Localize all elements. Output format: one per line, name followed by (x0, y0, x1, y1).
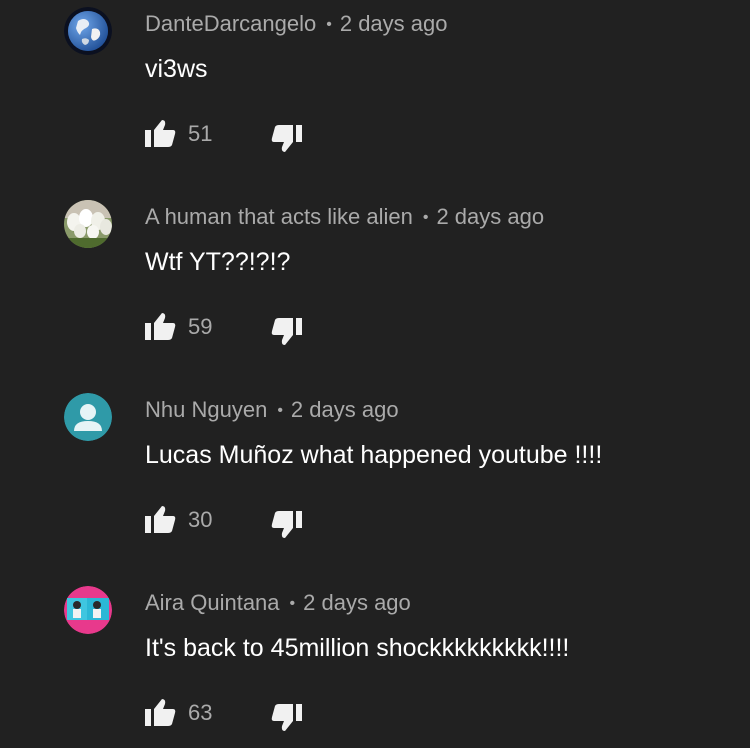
comment-author[interactable]: Nhu Nguyen (145, 397, 267, 422)
meta-separator: • (326, 16, 332, 33)
comment-meta: Nhu Nguyen • 2 days ago (145, 395, 399, 426)
comment-meta: A human that acts like alien • 2 days ago (145, 202, 544, 233)
like-count: 51 (188, 121, 213, 146)
dislike-button[interactable] (270, 314, 304, 348)
like-button[interactable] (143, 117, 177, 151)
like-count: 59 (188, 314, 213, 339)
comment-text: Wtf YT??!?!? (145, 248, 291, 276)
comment-actions: 63 (143, 696, 343, 732)
earth-globe-icon (64, 7, 112, 55)
comment-time[interactable]: 2 days ago (436, 204, 544, 229)
comment-item: Nhu Nguyen • 2 days ago Lucas Muñoz what h… (0, 391, 750, 581)
dislike-button[interactable] (270, 700, 304, 734)
meta-separator: • (277, 402, 283, 419)
comment-text: Lucas Muñoz what happened youtube !!!! (145, 441, 603, 469)
meta-separator: • (422, 209, 429, 226)
avatar[interactable] (64, 586, 112, 634)
like-button[interactable] (143, 503, 177, 537)
photo-avatar-icon (64, 586, 112, 634)
dislike-button[interactable] (270, 121, 304, 155)
comment-meta: Aira Quintana • 2 days ago (145, 588, 411, 619)
thumbs-up-icon (145, 506, 176, 533)
comment-text: It's back to 45million shockkkkkkkkk!!!! (145, 634, 570, 662)
comment-item: Aira Quintana • 2 days ago It's back to 45… (0, 584, 750, 748)
avatar[interactable] (64, 7, 112, 55)
comment-time[interactable]: 2 days ago (291, 397, 399, 422)
comment-actions: 59 (143, 310, 343, 346)
avatar[interactable] (64, 393, 112, 441)
like-count: 30 (188, 507, 213, 532)
default-user-icon (64, 393, 112, 441)
thumbs-down-icon (271, 125, 302, 152)
white-tulips-icon (64, 200, 112, 248)
comment-author[interactable]: DanteDarcangelo (145, 11, 316, 36)
comment-time[interactable]: 2 days ago (303, 590, 411, 615)
comment-author[interactable]: Aira Quintana (145, 590, 280, 615)
comment-item: DanteDarcangelo • 2 days ago vi3ws 51 (0, 5, 750, 195)
comment-text: vi3ws (145, 55, 208, 83)
thumbs-up-icon (145, 313, 176, 340)
thumbs-down-icon (271, 511, 302, 538)
thumbs-down-icon (271, 318, 302, 345)
comment-actions: 51 (143, 117, 343, 153)
comment-author[interactable]: A human that acts like alien (145, 204, 413, 229)
comment-time[interactable]: 2 days ago (340, 11, 448, 36)
comment-meta: DanteDarcangelo • 2 days ago (145, 9, 447, 40)
thumbs-up-icon (145, 120, 176, 147)
like-button[interactable] (143, 696, 177, 730)
comments-list: DanteDarcangelo • 2 days ago vi3ws 51 A … (0, 0, 750, 748)
comment-actions: 30 (143, 503, 343, 539)
like-count: 63 (188, 700, 213, 725)
meta-separator: • (289, 595, 296, 612)
comment-item: A human that acts like alien • 2 days ago … (0, 198, 750, 388)
like-button[interactable] (143, 310, 177, 344)
avatar[interactable] (64, 200, 112, 248)
thumbs-up-icon (145, 699, 176, 726)
thumbs-down-icon (271, 704, 302, 731)
dislike-button[interactable] (270, 507, 304, 541)
